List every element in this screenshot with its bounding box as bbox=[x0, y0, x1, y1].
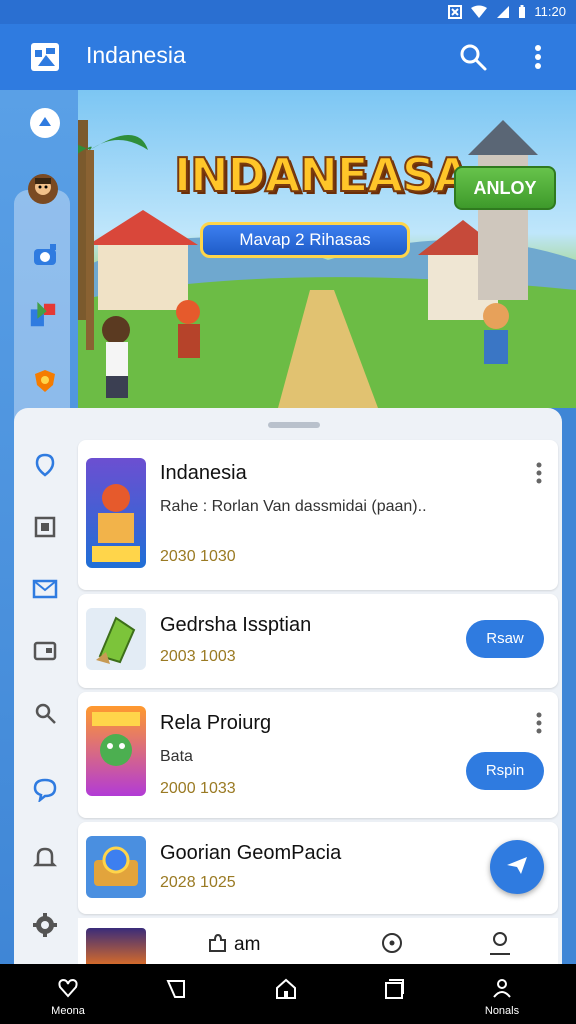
rail-puzzle-icon[interactable] bbox=[28, 300, 58, 330]
app-name: Rela Proiurg bbox=[160, 712, 272, 734]
heart-icon bbox=[58, 978, 78, 998]
app-description: Bata bbox=[160, 748, 193, 765]
nav-item-right[interactable]: Nonals bbox=[472, 978, 532, 1017]
tab-label[interactable]: am bbox=[234, 934, 260, 956]
app-description: Rahe : Rorlan Van dassmidai (paan).. bbox=[160, 498, 427, 515]
app-thumbnail bbox=[86, 706, 146, 796]
app-date: 2000 1033 bbox=[160, 780, 236, 797]
banner-subtitle-pill[interactable]: Mavap 2 Rihasas bbox=[200, 222, 410, 258]
app-card[interactable]: Indanesia Rahe : Rorlan Van dassmidai (p… bbox=[78, 440, 558, 590]
app-date: 2030 1030 bbox=[160, 548, 236, 565]
nav-back[interactable] bbox=[146, 978, 206, 1005]
nav-left-label: Meona bbox=[51, 1005, 85, 1017]
battery-icon bbox=[518, 4, 526, 19]
back-icon bbox=[166, 980, 185, 998]
banner-title: INDANEASA bbox=[173, 147, 471, 203]
search-icon[interactable] bbox=[458, 42, 488, 72]
search-icon[interactable] bbox=[32, 700, 58, 726]
settings-icon[interactable] bbox=[32, 912, 58, 938]
app-card[interactable]: Goorian GeomPacia 2028 1025 bbox=[78, 822, 558, 914]
sheet-side-rail bbox=[14, 440, 76, 964]
app-thumbnail bbox=[86, 928, 146, 964]
chat-icon[interactable] bbox=[32, 776, 58, 804]
app-action-button[interactable]: Rsaw bbox=[466, 620, 544, 658]
wifi-icon bbox=[470, 5, 488, 19]
mail-icon[interactable] bbox=[32, 576, 58, 602]
app-thumbnail bbox=[86, 458, 146, 568]
app-name: Goorian GeomPacia bbox=[160, 842, 342, 864]
more-vert-icon[interactable] bbox=[536, 462, 542, 484]
nav-right-label: Nonals bbox=[484, 1005, 520, 1017]
square-icon[interactable] bbox=[32, 514, 58, 540]
home-icon bbox=[276, 978, 296, 999]
app-card[interactable]: Gedrsha Issptian 2003 1003 Rsaw bbox=[78, 594, 558, 688]
recents-icon bbox=[385, 979, 404, 999]
app-logo-icon[interactable] bbox=[30, 42, 60, 72]
more-vert-icon[interactable] bbox=[528, 42, 548, 72]
status-time: 11:20 bbox=[534, 4, 566, 19]
app-bar: Indanesia bbox=[0, 24, 576, 90]
nav-recents[interactable] bbox=[364, 978, 424, 1005]
app-thumbnail bbox=[86, 836, 146, 898]
rail-shield-icon[interactable] bbox=[30, 366, 60, 396]
card-icon[interactable] bbox=[32, 638, 58, 664]
app-thumbnail bbox=[86, 608, 146, 670]
nav-home[interactable] bbox=[256, 978, 316, 1005]
sheet-bottom-tabs: am bbox=[78, 918, 558, 964]
send-icon bbox=[504, 852, 530, 883]
status-bar: 11:20 bbox=[0, 0, 576, 24]
rail-camera-icon[interactable] bbox=[30, 240, 60, 270]
hero-banner[interactable]: INDANEASA Mavap 2 Rihasas ANLOY bbox=[78, 90, 576, 408]
app-name: Gedrsha Issptian bbox=[160, 614, 312, 636]
app-list-sheet: Indanesia Rahe : Rorlan Van dassmidai (p… bbox=[14, 408, 562, 964]
nav-item-left[interactable]: Meona bbox=[38, 978, 98, 1017]
chat-icon[interactable] bbox=[380, 932, 404, 961]
app-date: 2003 1003 bbox=[160, 648, 236, 665]
more-vert-icon[interactable] bbox=[536, 712, 542, 734]
profile-icon[interactable] bbox=[488, 930, 512, 961]
system-nav-bar: Meona Nonals bbox=[0, 964, 576, 1024]
person-icon bbox=[493, 979, 511, 998]
app-action-button[interactable]: Rspin bbox=[466, 752, 544, 790]
rail-avatar-icon[interactable] bbox=[28, 174, 58, 204]
app-card[interactable]: Rela Proiurg Bata 2000 1033 Rspin bbox=[78, 692, 558, 818]
banner-allow-button[interactable]: ANLOY bbox=[454, 166, 556, 210]
app-date: 2028 1025 bbox=[160, 874, 236, 891]
bell-icon[interactable] bbox=[32, 844, 58, 870]
send-fab[interactable] bbox=[490, 840, 544, 894]
rail-home-icon[interactable] bbox=[30, 108, 60, 138]
app-title: Indanesia bbox=[86, 42, 186, 68]
notification-icon bbox=[448, 4, 463, 19]
puzzle-icon[interactable] bbox=[206, 932, 228, 959]
app-name: Indanesia bbox=[160, 462, 247, 484]
location-icon[interactable] bbox=[32, 452, 58, 478]
signal-icon bbox=[496, 5, 510, 19]
sheet-drag-handle[interactable] bbox=[268, 422, 320, 428]
